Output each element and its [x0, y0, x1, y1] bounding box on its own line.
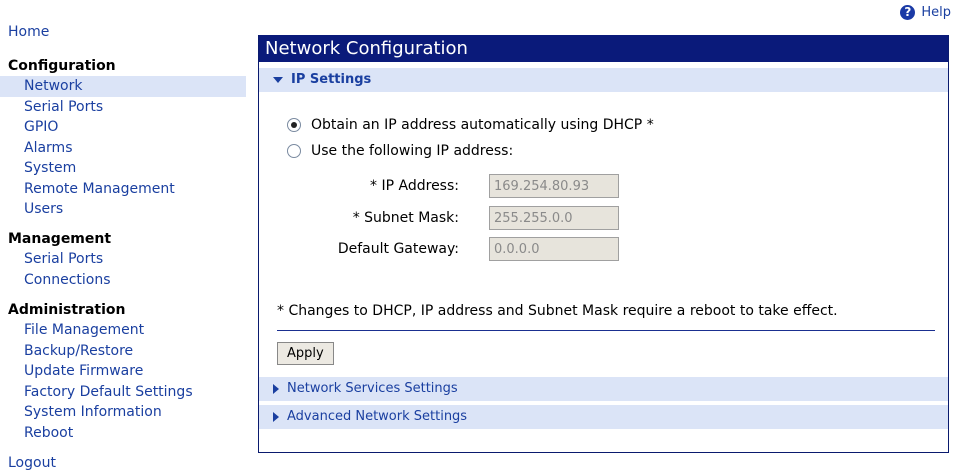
- static-ip-radio-row[interactable]: Use the following IP address:: [287, 143, 513, 159]
- sidebar-item-file-management[interactable]: File Management: [0, 320, 248, 341]
- help-icon[interactable]: ?: [900, 5, 916, 20]
- sidebar-item-remote-management[interactable]: Remote Management: [0, 179, 248, 200]
- sidebar-item-gpio[interactable]: GPIO: [0, 117, 248, 138]
- sidebar-item-connections[interactable]: Connections: [0, 270, 248, 291]
- ip-settings-heading: IP Settings: [291, 72, 372, 87]
- sidebar-item-backup-restore[interactable]: Backup/Restore: [0, 341, 248, 362]
- sidebar-item-system-information[interactable]: System Information: [0, 402, 248, 423]
- dhcp-radio[interactable]: [287, 118, 301, 132]
- network-configuration-panel: Network Configuration IP Settings Obtain…: [258, 35, 949, 453]
- sidebar-item-alarms[interactable]: Alarms: [0, 138, 248, 159]
- default-gateway-input[interactable]: [489, 237, 619, 261]
- expand-triangle-icon: [273, 383, 279, 394]
- ip-settings-section-header[interactable]: IP Settings: [259, 68, 948, 92]
- collapse-triangle-icon: [273, 76, 283, 83]
- dhcp-radio-row[interactable]: Obtain an IP address automatically using…: [287, 117, 654, 133]
- sidebar-heading-configuration: Configuration: [8, 58, 116, 74]
- reboot-note: * Changes to DHCP, IP address and Subnet…: [277, 303, 838, 319]
- static-ip-radio-label[interactable]: Use the following IP address:: [311, 143, 513, 159]
- sidebar-section-management: Management Serial Ports Connections: [0, 230, 248, 290]
- sidebar-home-link[interactable]: Home: [8, 24, 49, 40]
- subnet-mask-row: * Subnet Mask:: [259, 206, 619, 230]
- network-services-section-header[interactable]: Network Services Settings: [259, 377, 948, 401]
- sidebar-item-system[interactable]: System: [0, 158, 248, 179]
- subnet-mask-label: * Subnet Mask:: [352, 210, 459, 226]
- static-ip-radio[interactable]: [287, 144, 301, 158]
- sidebar-section-administration: Administration File Management Backup/Re…: [0, 301, 248, 443]
- default-gateway-row: Default Gateway:: [259, 237, 619, 261]
- collapsed-sections: Network Services Settings Advanced Netwo…: [259, 377, 948, 429]
- sidebar-item-reboot[interactable]: Reboot: [0, 423, 248, 444]
- sidebar-item-update-firmware[interactable]: Update Firmware: [0, 361, 248, 382]
- sidebar-item-users[interactable]: Users: [0, 199, 248, 220]
- help-link[interactable]: ? Help: [900, 5, 951, 20]
- sidebar-section-configuration: Configuration Network Serial Ports GPIO …: [0, 57, 248, 220]
- sidebar-item-network[interactable]: Network: [0, 76, 246, 97]
- advanced-network-section-header[interactable]: Advanced Network Settings: [259, 405, 948, 429]
- section-divider: [277, 330, 935, 331]
- sidebar-logout-link[interactable]: Logout: [8, 455, 56, 471]
- apply-button[interactable]: Apply: [277, 342, 334, 365]
- expand-triangle-icon: [273, 411, 279, 422]
- default-gateway-label: Default Gateway:: [337, 241, 459, 257]
- dhcp-radio-label[interactable]: Obtain an IP address automatically using…: [311, 117, 654, 133]
- sidebar-heading-administration: Administration: [8, 302, 126, 318]
- sidebar-item-serial-ports[interactable]: Serial Ports: [0, 97, 248, 118]
- sidebar-item-factory-default-settings[interactable]: Factory Default Settings: [0, 382, 248, 403]
- help-label[interactable]: Help: [921, 5, 951, 20]
- page-title: Network Configuration: [259, 35, 948, 62]
- advanced-network-heading: Advanced Network Settings: [287, 409, 468, 424]
- ip-address-label: * IP Address:: [370, 178, 459, 194]
- ip-address-input[interactable]: [489, 174, 619, 198]
- sidebar-heading-management: Management: [8, 231, 112, 247]
- ip-address-row: * IP Address:: [259, 174, 619, 198]
- sidebar-item-mgmt-serial-ports[interactable]: Serial Ports: [0, 249, 248, 270]
- subnet-mask-input[interactable]: [489, 206, 619, 230]
- network-services-heading: Network Services Settings: [287, 381, 458, 396]
